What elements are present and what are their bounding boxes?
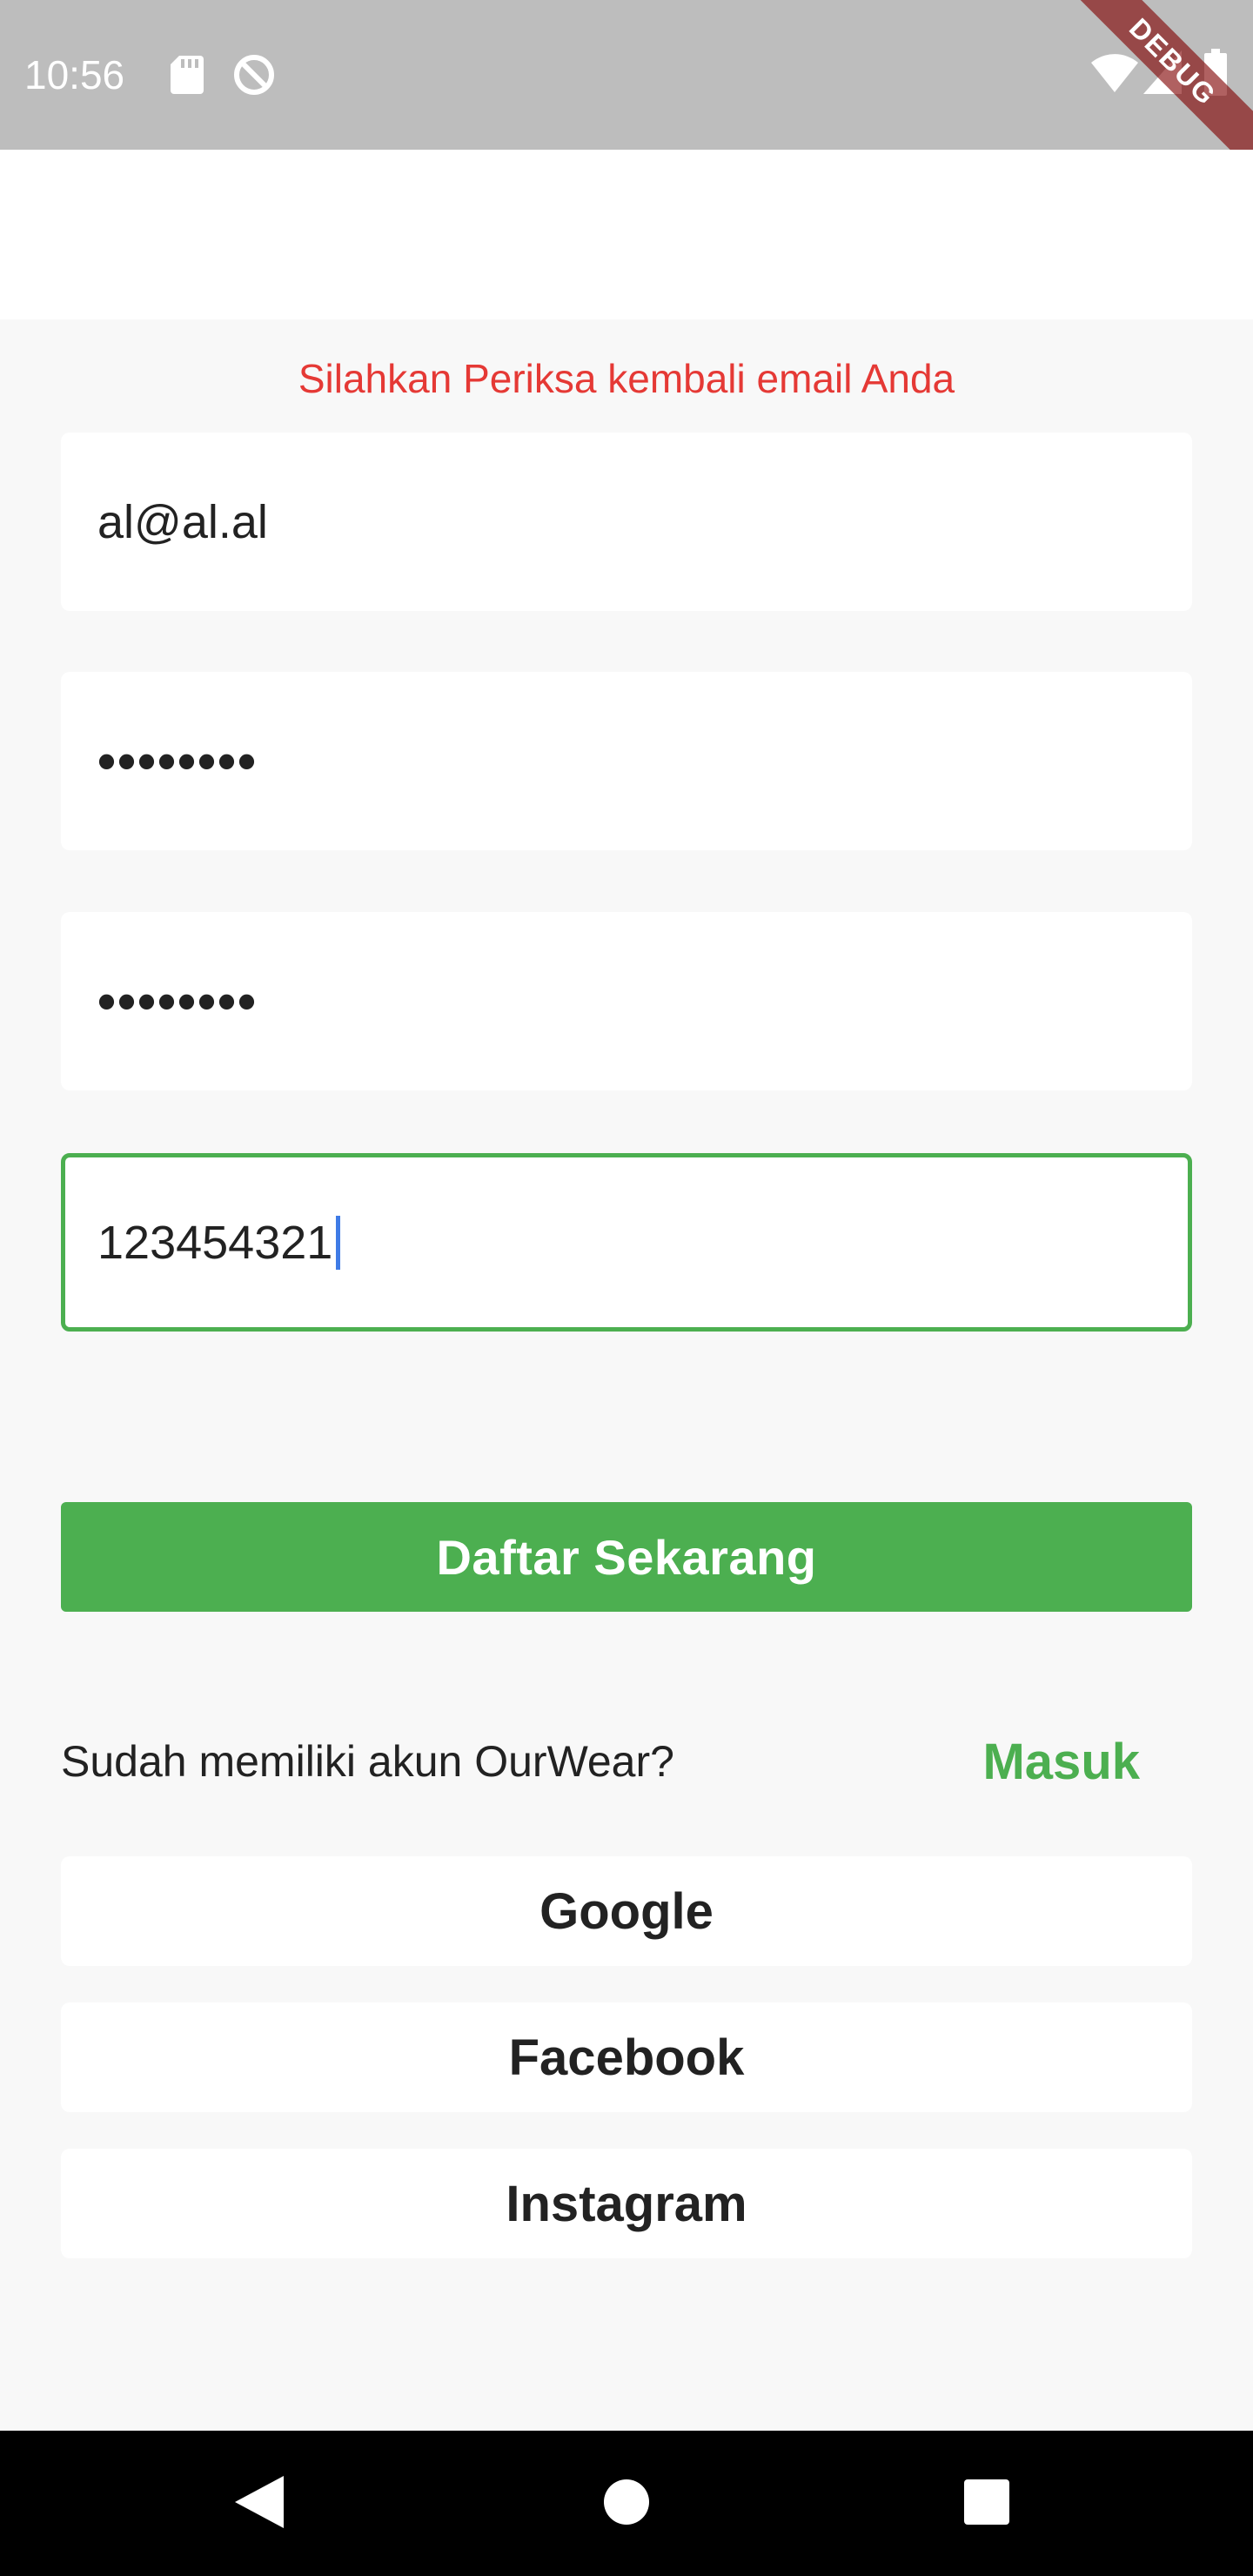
google-button[interactable]: Google xyxy=(61,1856,1192,1966)
password-field-value: •••••••• xyxy=(97,731,258,790)
sd-card-icon xyxy=(171,56,204,94)
register-button[interactable]: Daftar Sekarang xyxy=(61,1502,1192,1612)
recents-icon[interactable] xyxy=(964,2479,1009,2525)
app-header xyxy=(0,150,1253,319)
instagram-button-label: Instagram xyxy=(506,2175,747,2232)
register-button-label: Daftar Sekarang xyxy=(436,1529,817,1585)
back-icon[interactable] xyxy=(235,2476,284,2528)
google-button-label: Google xyxy=(539,1882,714,1940)
email-field[interactable]: al@al.al xyxy=(61,433,1192,611)
registration-form: Silahkan Periksa kembali email Anda al@a… xyxy=(0,319,1253,2431)
sync-disabled-icon xyxy=(234,55,274,95)
confirm-password-field[interactable]: •••••••• xyxy=(61,912,1192,1090)
status-bar: 10:56 DEBUG xyxy=(0,0,1253,182)
status-time: 10:56 xyxy=(24,52,125,97)
text-cursor xyxy=(336,1215,341,1270)
home-icon[interactable] xyxy=(604,2479,649,2525)
signin-prompt: Sudah memiliki akun OurWear? xyxy=(61,1737,674,1786)
confirm-password-field-value: •••••••• xyxy=(97,971,258,1030)
password-field[interactable]: •••••••• xyxy=(61,672,1192,850)
instagram-button[interactable]: Instagram xyxy=(61,2149,1192,2258)
facebook-button-label: Facebook xyxy=(508,2029,745,2086)
wifi-icon xyxy=(1091,54,1138,92)
navigation-bar xyxy=(0,2431,1253,2576)
signin-link[interactable]: Masuk xyxy=(982,1733,1140,1791)
facebook-button[interactable]: Facebook xyxy=(61,2002,1192,2112)
error-message: Silahkan Periksa kembali email Anda xyxy=(298,356,955,401)
signin-row: Sudah memiliki akun OurWear? Masuk xyxy=(61,1729,1192,1799)
phone-field-value: 123454321 xyxy=(97,1216,333,1269)
phone-field[interactable]: 123454321 xyxy=(61,1153,1192,1332)
email-field-value: al@al.al xyxy=(97,495,268,548)
